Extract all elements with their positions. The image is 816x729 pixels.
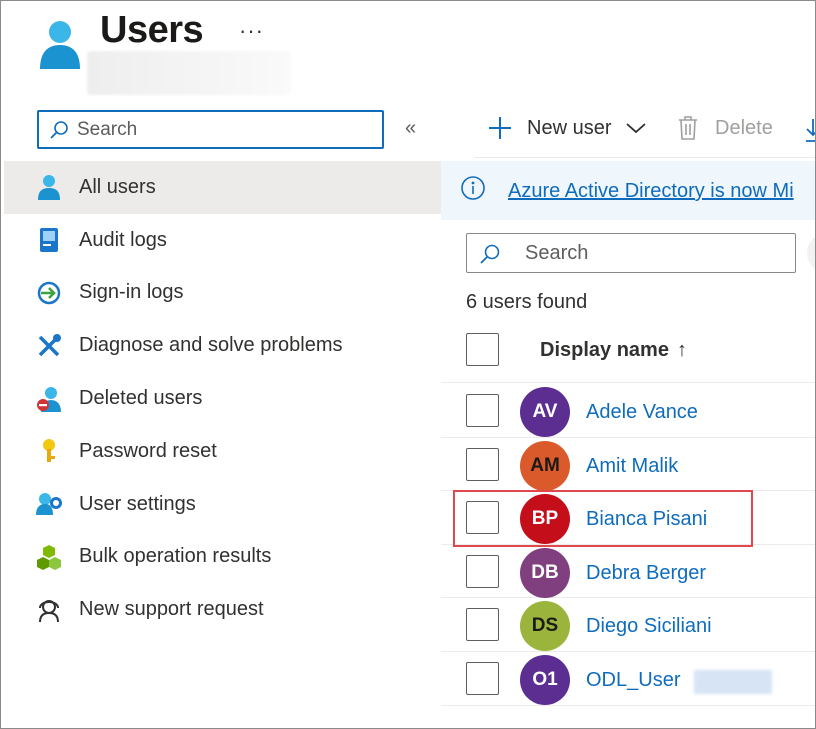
audit-log-icon: [36, 227, 62, 253]
user-name-link[interactable]: Debra Berger: [586, 562, 706, 585]
users-blade: Users ··· « All users Audit logs Si: [0, 0, 816, 729]
user-search-input[interactable]: [525, 240, 785, 266]
sidebar-item-label: User settings: [79, 492, 196, 515]
collapse-menu-button[interactable]: «: [405, 117, 416, 140]
sidebar-item-all-users[interactable]: All users: [4, 161, 441, 214]
sort-ascending-icon: ↑: [676, 339, 687, 361]
download-icon: [806, 119, 815, 142]
sidebar-item-label: Bulk operation results: [79, 545, 272, 568]
avatar: O1: [520, 654, 570, 705]
add-filter-button[interactable]: [807, 233, 815, 273]
search-icon: [50, 121, 68, 139]
redacted-subtitle: [87, 51, 291, 95]
table-row[interactable]: DB Debra Berger: [441, 545, 815, 599]
page-title: Users: [100, 9, 204, 51]
sidebar-item-label: All users: [79, 175, 156, 198]
sidebar-item-audit-logs[interactable]: Audit logs: [4, 214, 441, 267]
sidebar-item-label: Diagnose and solve problems: [79, 334, 343, 357]
users-table: AV Adele Vance AM Amit Malik BP Bianca P…: [441, 384, 815, 706]
plus-icon: [489, 117, 511, 139]
sidebar-item-diagnose[interactable]: Diagnose and solve problems: [4, 319, 441, 372]
column-header-display-name[interactable]: Display name ↑: [540, 339, 687, 362]
avatar: BP: [520, 494, 570, 545]
sidebar-item-label: Password reset: [79, 439, 217, 462]
sign-in-icon: [36, 280, 62, 306]
table-row[interactable]: AM Amit Malik: [441, 438, 815, 492]
nav-search-box[interactable]: [37, 110, 384, 149]
user-icon: [36, 174, 62, 201]
avatar: DB: [520, 547, 570, 598]
sidebar-nav: All users Audit logs Sign-in logs Diagno…: [4, 161, 441, 636]
wrench-icon: [36, 333, 62, 359]
sidebar-item-bulk-operations[interactable]: Bulk operation results: [4, 531, 441, 584]
sidebar-item-user-settings[interactable]: User settings: [4, 478, 441, 531]
sidebar-item-label: New support request: [79, 598, 264, 621]
table-header: Display name ↑: [441, 321, 815, 383]
select-all-checkbox[interactable]: [466, 333, 499, 366]
cubes-icon: [36, 544, 62, 570]
trash-icon: [679, 116, 697, 140]
info-banner: Azure Active Directory is now Mi: [441, 161, 815, 220]
sidebar-item-password-reset[interactable]: Password reset: [4, 425, 441, 478]
chevron-down-icon: [626, 123, 647, 134]
toolbar-divider: [474, 157, 815, 158]
sidebar-item-label: Audit logs: [79, 228, 167, 251]
avatar: DS: [520, 601, 570, 652]
banner-link[interactable]: Azure Active Directory is now Mi: [508, 180, 794, 203]
nav-search-input[interactable]: [77, 115, 377, 144]
info-icon: [461, 176, 485, 200]
support-icon: [36, 597, 62, 623]
table-row[interactable]: BP Bianca Pisani: [441, 491, 815, 545]
delete-button[interactable]: Delete: [677, 115, 773, 141]
more-options-button[interactable]: ···: [239, 18, 264, 44]
search-icon: [480, 244, 500, 264]
users-icon: [40, 21, 80, 69]
table-row[interactable]: DS Diego Siciliani: [441, 598, 815, 652]
command-bar: New user Delete: [441, 105, 815, 157]
user-name-link[interactable]: Diego Siciliani: [586, 615, 712, 638]
avatar: AM: [520, 440, 570, 491]
user-settings-icon: [36, 491, 62, 517]
sidebar-item-deleted-users[interactable]: Deleted users: [4, 372, 441, 425]
user-search-box[interactable]: [466, 233, 796, 273]
row-checkbox[interactable]: [466, 394, 499, 427]
sidebar-item-label: Sign-in logs: [79, 281, 184, 304]
sidebar-item-support[interactable]: New support request: [4, 583, 441, 636]
row-checkbox[interactable]: [466, 447, 499, 481]
key-icon: [36, 438, 62, 464]
new-user-label: New user: [527, 116, 612, 139]
sidebar-item-label: Deleted users: [79, 387, 203, 410]
download-button[interactable]: [805, 117, 815, 143]
deleted-user-icon: [36, 386, 62, 412]
sidebar-item-sign-in-logs[interactable]: Sign-in logs: [4, 267, 441, 320]
avatar: AV: [520, 387, 570, 437]
user-name-link[interactable]: ODL_User: [586, 669, 680, 692]
column-header-label: Display name: [540, 339, 669, 361]
redacted-username-suffix: [694, 670, 772, 694]
user-name-link[interactable]: Amit Malik: [586, 455, 678, 478]
row-checkbox[interactable]: [466, 554, 499, 588]
new-user-button[interactable]: New user: [487, 115, 647, 141]
row-checkbox[interactable]: [466, 501, 499, 535]
row-checkbox[interactable]: [466, 661, 499, 695]
user-name-link[interactable]: Bianca Pisani: [586, 508, 707, 531]
delete-label: Delete: [715, 116, 773, 139]
row-checkbox[interactable]: [466, 608, 499, 642]
user-name-link[interactable]: Adele Vance: [586, 401, 698, 424]
table-row[interactable]: AV Adele Vance: [441, 384, 815, 438]
results-count: 6 users found: [466, 291, 588, 313]
